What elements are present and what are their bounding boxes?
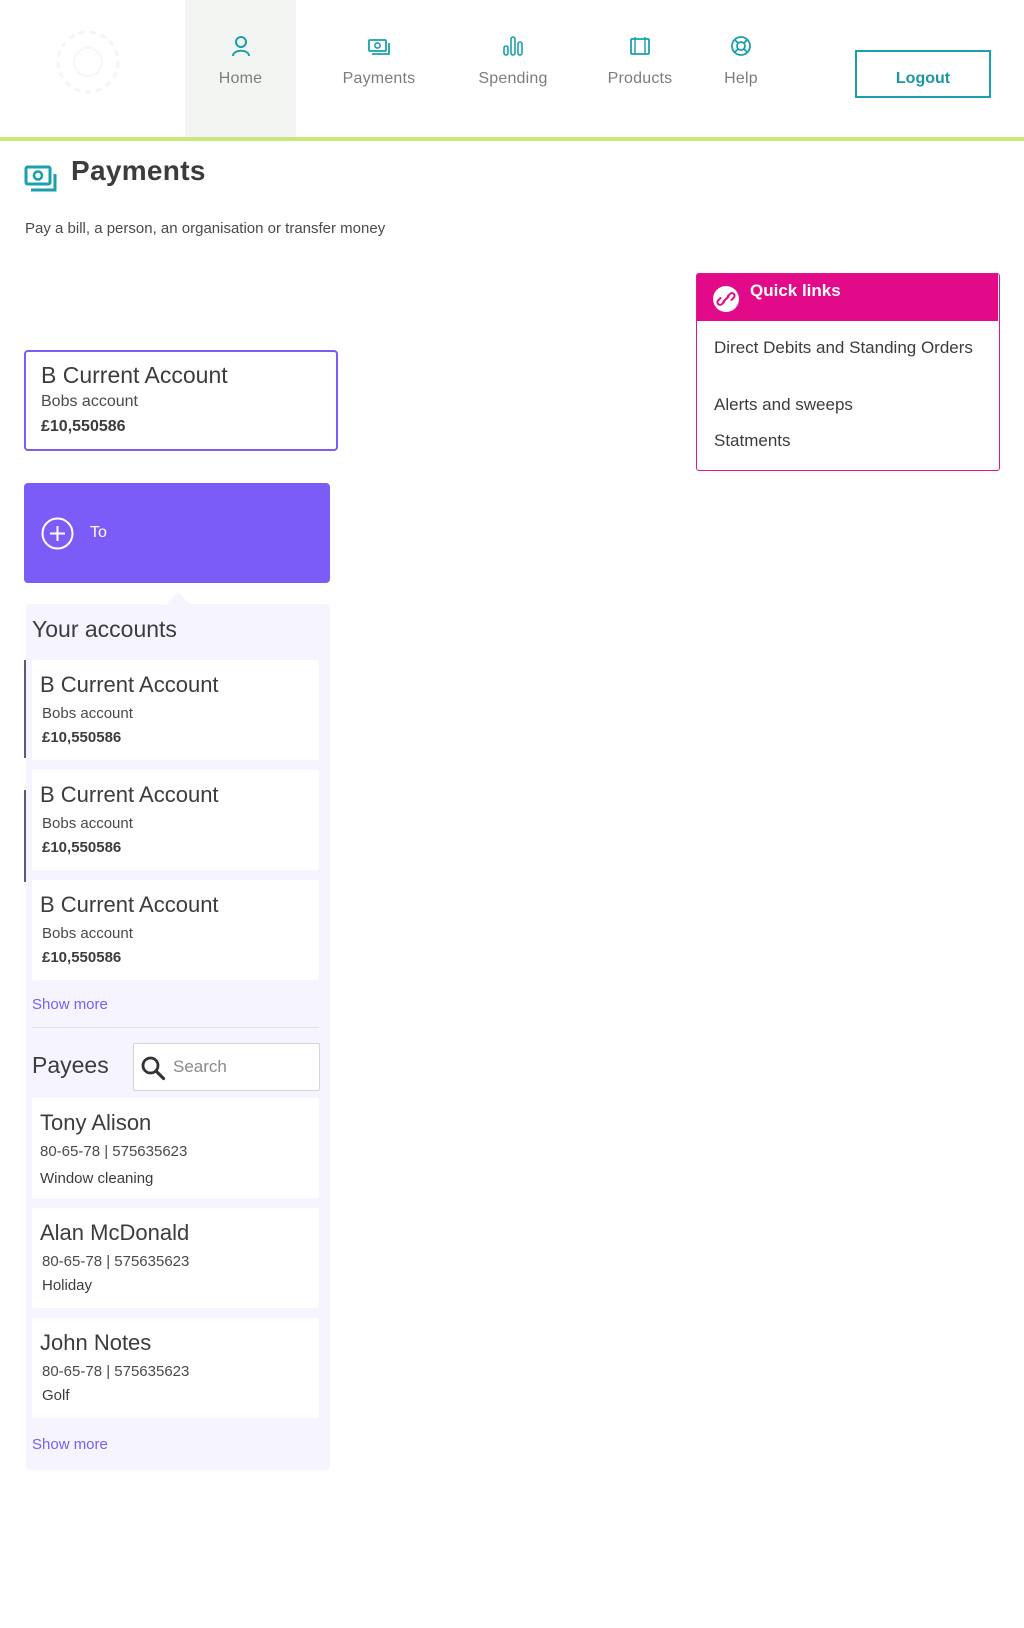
payees-heading: Payees [32,1052,109,1078]
payee-search-field[interactable] [133,1043,320,1091]
payee-list-item[interactable]: Tony Alison 80-65-78 | 575635623 Window … [32,1098,319,1198]
account-nickname: Bobs account [42,815,133,832]
nav-label-spending: Spending [478,70,548,87]
your-accounts-heading: Your accounts [32,616,177,642]
nav-item-home[interactable]: Home [185,0,296,141]
top-navigation: Home Payments Spending Products Help Log… [0,0,1024,141]
header-divider [0,137,1024,141]
account-balance: £10,550586 [42,839,122,856]
scroll-indicator [24,660,26,758]
page-title: Payments [71,155,206,186]
accounts-show-more-link[interactable]: Show more [32,996,108,1013]
quick-links-header: Quick links [697,274,998,321]
quick-link-direct-debits[interactable]: Direct Debits and Standing Orders [714,335,974,360]
plus-circle-icon [41,517,74,550]
logout-button[interactable]: Logout [855,50,991,98]
to-button[interactable]: To [24,483,330,583]
nav-item-spending[interactable]: Spending [463,0,563,141]
nav-label-home: Home [218,70,263,87]
search-icon [141,1056,166,1081]
section-divider [32,1027,319,1028]
nav-label-help: Help [724,70,758,87]
payee-list-item[interactable]: John Notes 80-65-78 | 575635623 Golf [32,1318,319,1418]
account-balance: £10,550586 [42,949,122,966]
scroll-indicator [24,790,26,882]
nav-label-payments: Payments [342,70,416,87]
payee-search-input[interactable] [173,1053,313,1081]
nav-label-products: Products [607,70,673,87]
nav-item-products[interactable]: Products [590,0,690,141]
cash-icon [368,39,390,55]
account-nickname: Bobs account [42,705,133,722]
account-list-item[interactable]: B Current Account Bobs account £10,55058… [32,660,319,760]
payee-reference: Window cleaning [40,1170,154,1187]
page-subtitle: Pay a bill, a person, an organisation or… [25,220,386,237]
account-name: B Current Account [40,782,219,807]
nav-item-payments[interactable]: Payments [329,0,429,141]
payee-account-details: 80-65-78 | 575635623 [40,1143,188,1160]
account-nickname: Bobs account [41,393,138,410]
bank-logo[interactable] [48,22,128,102]
payee-name: Tony Alison [40,1110,152,1135]
payee-account-details: 80-65-78 | 575635623 [42,1363,190,1380]
account-list-item[interactable]: B Current Account Bobs account £10,55058… [32,770,319,870]
account-balance: £10,550586 [42,729,122,746]
payee-name: John Notes [40,1330,152,1355]
account-nickname: Bobs account [42,925,133,942]
account-name: B Current Account [40,672,219,697]
cash-icon [24,165,57,192]
quick-link-statements[interactable]: Statments [714,428,791,453]
account-name: B Current Account [40,892,219,917]
account-name: B Current Account [41,362,228,388]
payee-name: Alan McDonald [40,1220,190,1245]
payees-show-more-link[interactable]: Show more [32,1436,108,1453]
dropdown-caret [166,592,190,604]
to-button-label: To [90,524,107,541]
bar-chart-icon [503,36,523,56]
payee-reference: Holiday [42,1277,93,1294]
products-icon [630,37,650,55]
payee-account-details: 80-65-78 | 575635623 [42,1253,190,1270]
payee-reference: Golf [42,1387,70,1404]
link-icon [713,286,739,312]
payee-list-item[interactable]: Alan McDonald 80-65-78 | 575635623 Holid… [32,1208,319,1308]
nav-item-help[interactable]: Help [700,0,782,141]
person-icon [231,36,250,57]
account-list-item[interactable]: B Current Account Bobs account £10,55058… [32,880,319,980]
account-balance: £10,550586 [41,418,126,435]
quick-links-panel: Quick links Direct Debits and Standing O… [696,273,1000,471]
quick-links-title: Quick links [750,281,841,300]
quick-link-alerts-sweeps[interactable]: Alerts and sweeps [714,392,853,417]
lifebuoy-icon [731,36,751,56]
from-account-card[interactable]: B Current Account Bobs account £10,55058… [24,350,338,451]
